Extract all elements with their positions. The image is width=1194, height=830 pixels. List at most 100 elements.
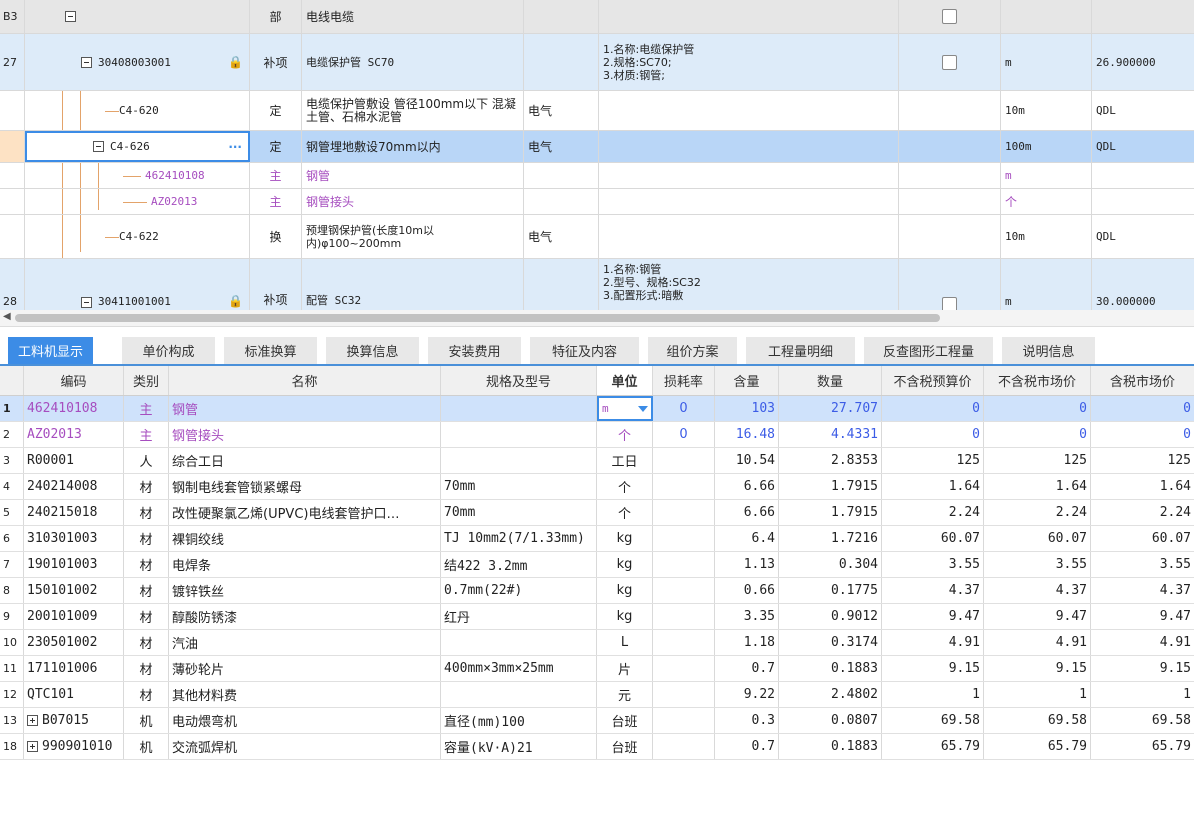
cell-name[interactable]: 改性硬聚氯乙烯(UPVC)电线套管护口… xyxy=(169,500,441,525)
cell-loss-rate[interactable] xyxy=(653,500,715,525)
cell-spec[interactable]: 红丹 xyxy=(441,604,597,629)
table-row[interactable]: 8 150101002 材镀锌铁丝 0.7mm(22#) kg 0.66 0.1775 4.3… xyxy=(0,578,1194,604)
cell-content[interactable]: 0.3 xyxy=(715,708,779,733)
cell-budget-price[interactable]: 4.91 xyxy=(882,630,984,655)
cell-code[interactable]: 190101003 xyxy=(24,552,124,577)
cell-loss-rate[interactable]: 0 xyxy=(653,396,715,421)
cell-market-price-tax[interactable]: 3.55 xyxy=(1091,552,1194,577)
cell-content[interactable]: 6.66 xyxy=(715,500,779,525)
cell-unit[interactable]: kg xyxy=(597,552,653,577)
cell-loss-rate[interactable] xyxy=(653,448,715,473)
cell-category[interactable]: 材 xyxy=(124,552,169,577)
cell-code[interactable]: 990901010 xyxy=(24,734,124,759)
table-row[interactable]: 11 171101006 材薄砂轮片 400mm×3mm×25mm 片 0.7 0.1883… xyxy=(0,656,1194,682)
cell-quantity[interactable]: 1.7915 xyxy=(779,500,882,525)
table-row[interactable]: 5 240215018 材改性硬聚氯乙烯(UPVC)电线套管护口… 70mm 个 6.66… xyxy=(0,500,1194,526)
cell-budget-price[interactable]: 69.58 xyxy=(882,708,984,733)
tab-quantity-detail[interactable]: 工程量明细 xyxy=(746,337,856,364)
table-row[interactable]: 18 990901010 机交流弧焊机 容量(kV·A)21 台班 0.7 0.1883 65… xyxy=(0,734,1194,760)
cell-category[interactable]: 材 xyxy=(124,526,169,551)
cell-name[interactable]: 综合工日 xyxy=(169,448,441,473)
cell-content[interactable]: 1.18 xyxy=(715,630,779,655)
scrollbar-thumb[interactable] xyxy=(15,314,940,322)
cell-unit[interactable]: 台班 xyxy=(597,708,653,733)
cell-budget-price[interactable]: 0 xyxy=(882,396,984,421)
cell-budget-price[interactable]: 4.37 xyxy=(882,578,984,603)
cell-unit[interactable]: 片 xyxy=(597,656,653,681)
cell-code[interactable]: 150101002 xyxy=(24,578,124,603)
cell-market-price-tax[interactable]: 9.15 xyxy=(1091,656,1194,681)
checkbox[interactable] xyxy=(942,297,957,310)
cell-category[interactable]: 材 xyxy=(124,682,169,707)
cell-code[interactable]: R00001 xyxy=(24,448,124,473)
cell-budget-price[interactable]: 2.24 xyxy=(882,500,984,525)
collapse-icon[interactable] xyxy=(81,297,92,308)
cell-code[interactable]: AZ02013 xyxy=(24,422,124,447)
table-row[interactable]: C4-622 换 预埋钢保护管(长度10m以内)φ100~200mm 电气 10… xyxy=(0,215,1194,259)
cell-spec[interactable] xyxy=(441,630,597,655)
expand-icon[interactable] xyxy=(27,715,38,726)
scroll-left-icon[interactable]: ◀ xyxy=(3,311,11,322)
table-row[interactable]: 7 190101003 材电焊条 结422 3.2mm kg 1.13 0.304 3.55 3… xyxy=(0,552,1194,578)
cell-spec[interactable]: 70mm xyxy=(441,500,597,525)
cell-code[interactable]: 310301003 xyxy=(24,526,124,551)
cell-unit[interactable]: 个 xyxy=(597,500,653,525)
cell-category[interactable]: 机 xyxy=(124,734,169,759)
cell-unit[interactable]: kg xyxy=(597,604,653,629)
cell-category[interactable]: 材 xyxy=(124,578,169,603)
tab-unit-price[interactable]: 单价构成 xyxy=(122,337,216,364)
cell-content[interactable]: 9.22 xyxy=(715,682,779,707)
checkbox[interactable] xyxy=(942,54,957,70)
cell-spec[interactable]: TJ 10mm2(7/1.33mm) xyxy=(441,526,597,551)
cell-budget-price[interactable]: 9.47 xyxy=(882,604,984,629)
cell-loss-rate[interactable]: 0 xyxy=(653,422,715,447)
cell-loss-rate[interactable] xyxy=(653,682,715,707)
cell-category[interactable]: 材 xyxy=(124,604,169,629)
col-quantity[interactable]: 数量 xyxy=(779,366,882,395)
tab-install-cost[interactable]: 安装费用 xyxy=(428,337,522,364)
more-icon[interactable]: ··· xyxy=(228,140,242,154)
cell-loss-rate[interactable] xyxy=(653,552,715,577)
cell-market-price-tax[interactable]: 4.91 xyxy=(1091,630,1194,655)
cell-category[interactable]: 主 xyxy=(124,422,169,447)
cell-code[interactable]: 200101009 xyxy=(24,604,124,629)
cell-budget-price[interactable]: 65.79 xyxy=(882,734,984,759)
tab-features[interactable]: 特征及内容 xyxy=(530,337,640,364)
cell-budget-price[interactable]: 125 xyxy=(882,448,984,473)
cell-name[interactable]: 汽油 xyxy=(169,630,441,655)
cell-quantity[interactable]: 0.1883 xyxy=(779,734,882,759)
cell-unit[interactable]: 个 xyxy=(597,474,653,499)
col-category[interactable]: 类别 xyxy=(124,366,169,395)
col-spec[interactable]: 规格及型号 xyxy=(441,366,597,395)
cell-market-price[interactable]: 1 xyxy=(984,682,1091,707)
cell-market-price[interactable]: 9.15 xyxy=(984,656,1091,681)
cell-loss-rate[interactable] xyxy=(653,656,715,681)
cell-budget-price[interactable]: 1.64 xyxy=(882,474,984,499)
cell-spec[interactable] xyxy=(441,396,597,421)
cell-market-price[interactable]: 9.47 xyxy=(984,604,1091,629)
cell-name[interactable]: 醇酸防锈漆 xyxy=(169,604,441,629)
cell-loss-rate[interactable] xyxy=(653,630,715,655)
cell-content[interactable]: 1.13 xyxy=(715,552,779,577)
cell-quantity[interactable]: 1.7216 xyxy=(779,526,882,551)
cell-spec[interactable]: 直径(mm)100 xyxy=(441,708,597,733)
cell-market-price[interactable]: 3.55 xyxy=(984,552,1091,577)
cell-market-price[interactable]: 4.37 xyxy=(984,578,1091,603)
table-row[interactable]: AZ02013 主 钢管接头 个 xyxy=(0,189,1194,215)
cell-quantity[interactable]: 27.707 xyxy=(779,396,882,421)
cell-category[interactable]: 材 xyxy=(124,630,169,655)
cell-market-price-tax[interactable]: 125 xyxy=(1091,448,1194,473)
table-row[interactable]: 6 310301003 材裸铜绞线 TJ 10mm2(7/1.33mm) kg 6.4 1.… xyxy=(0,526,1194,552)
expand-icon[interactable] xyxy=(27,741,38,752)
table-row[interactable]: 3 R00001 人综合工日 工日 10.54 2.8353 125 125 125 xyxy=(0,448,1194,474)
col-market-price[interactable]: 不含税市场价 xyxy=(984,366,1091,395)
cell-spec[interactable]: 70mm xyxy=(441,474,597,499)
collapse-icon[interactable] xyxy=(65,11,76,22)
checkbox[interactable] xyxy=(942,9,957,24)
cell-budget-price[interactable]: 1 xyxy=(882,682,984,707)
col-name[interactable]: 名称 xyxy=(169,366,441,395)
cell-spec[interactable] xyxy=(441,448,597,473)
cell-code[interactable]: 462410108 xyxy=(24,396,124,421)
dropdown-arrow-icon[interactable] xyxy=(638,405,648,412)
cell-name[interactable]: 交流弧焊机 xyxy=(169,734,441,759)
